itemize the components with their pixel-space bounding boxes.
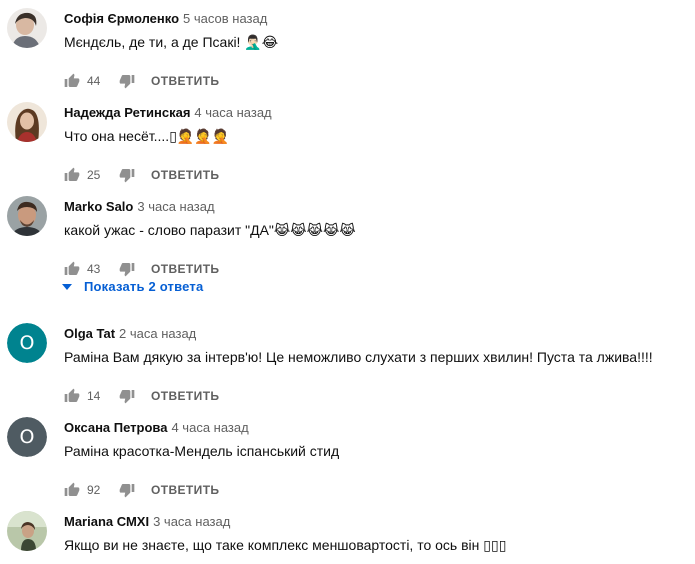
comment-actions: 14 ОТВЕТИТЬ bbox=[62, 385, 219, 407]
thumb-up-icon bbox=[64, 73, 80, 87]
author-name[interactable]: Софія Єрмоленко bbox=[64, 11, 179, 26]
avatar[interactable] bbox=[7, 196, 47, 236]
timestamp[interactable]: 5 часов назад bbox=[183, 11, 267, 26]
reply-button[interactable]: ОТВЕТИТЬ bbox=[151, 389, 219, 403]
avatar-photo bbox=[7, 102, 47, 142]
dislike-button[interactable] bbox=[117, 259, 137, 279]
comment-header: Надежда Ретинская 4 часа назад bbox=[64, 105, 272, 121]
comment-text-content: какой ужас - слово паразит "ДА" bbox=[64, 222, 274, 238]
comment-text: какой ужас - слово паразит "ДА"😹😹😹😹😹 bbox=[64, 220, 356, 241]
like-count: 44 bbox=[87, 74, 101, 88]
comment-text: Что она несёт....▯🤦🤦🤦 bbox=[64, 126, 229, 147]
like-button[interactable] bbox=[62, 386, 82, 406]
comment-header: Marko Salo 3 часа назад bbox=[64, 199, 215, 215]
comment-text-content: Раміна Вам дякую за інтерв'ю! Це неможли… bbox=[64, 349, 653, 365]
avatar-letter: О bbox=[7, 417, 47, 457]
avatar-letter: O bbox=[7, 323, 47, 363]
comment-actions: 43 ОТВЕТИТЬ bbox=[62, 258, 219, 280]
comment-actions: 25 ОТВЕТИТЬ bbox=[62, 164, 219, 186]
timestamp[interactable]: 3 часа назад bbox=[153, 514, 230, 529]
timestamp[interactable]: 2 часа назад bbox=[119, 326, 196, 341]
thumb-down-icon bbox=[119, 75, 135, 89]
like-count: 25 bbox=[87, 168, 101, 182]
like-count: 92 bbox=[87, 483, 101, 497]
emoji-content: ▯▯▯ bbox=[483, 538, 507, 554]
comment-actions: 92 ОТВЕТИТЬ bbox=[62, 479, 219, 501]
timestamp[interactable]: 4 часа назад bbox=[171, 420, 248, 435]
thumb-down-icon bbox=[119, 484, 135, 498]
like-button[interactable] bbox=[62, 259, 82, 279]
comment-text: Раміна Вам дякую за інтерв'ю! Це неможли… bbox=[64, 347, 653, 367]
like-count: 43 bbox=[87, 262, 101, 276]
thumb-down-icon bbox=[119, 390, 135, 404]
comment-text: Мєндєль, де ти, а де Псакі! 🤦🏻‍♂️😂 bbox=[64, 32, 278, 53]
avatar-photo bbox=[7, 511, 47, 551]
avatar[interactable]: О bbox=[7, 417, 47, 457]
show-replies-label: Показать 2 ответа bbox=[84, 279, 204, 294]
comment-header: Olga Tat 2 часа назад bbox=[64, 326, 196, 342]
like-count: 14 bbox=[87, 389, 101, 403]
emoji-content: 😹😹😹😹😹 bbox=[273, 223, 356, 239]
thumb-up-icon bbox=[64, 388, 80, 402]
timestamp[interactable]: 4 часа назад bbox=[194, 105, 271, 120]
thumb-down-icon bbox=[119, 263, 135, 277]
reply-button[interactable]: ОТВЕТИТЬ bbox=[151, 262, 219, 276]
avatar[interactable]: O bbox=[7, 323, 47, 363]
author-name[interactable]: Оксана Петрова bbox=[64, 420, 167, 435]
show-replies-button[interactable]: Показать 2 ответа bbox=[62, 279, 203, 294]
comment-text: Раміна красотка-Мендель іспанський стид bbox=[64, 441, 339, 461]
comment-header: Mariana СМХІ 3 часа назад bbox=[64, 514, 230, 530]
reply-button[interactable]: ОТВЕТИТЬ bbox=[151, 74, 219, 88]
like-button[interactable] bbox=[62, 165, 82, 185]
thumb-down-icon bbox=[119, 169, 135, 183]
author-name[interactable]: Marko Salo bbox=[64, 199, 133, 214]
avatar[interactable] bbox=[7, 8, 47, 48]
avatar-photo bbox=[7, 8, 47, 48]
reply-button[interactable]: ОТВЕТИТЬ bbox=[151, 168, 219, 182]
dislike-button[interactable] bbox=[117, 480, 137, 500]
comments-section: Софія Єрмоленко 5 часов назад Мєндєль, де… bbox=[0, 0, 695, 564]
caret-down-icon bbox=[62, 283, 72, 290]
comment-text-content: Якщо ви не знаєте, що таке комплекс менш… bbox=[64, 537, 480, 553]
comment-text: Якщо ви не знаєте, що таке комплекс менш… bbox=[64, 535, 506, 556]
comment-text-content: Что она несёт.... bbox=[64, 128, 170, 144]
thumb-up-icon bbox=[64, 261, 80, 275]
dislike-button[interactable] bbox=[117, 71, 137, 91]
author-name[interactable]: Mariana СМХІ bbox=[64, 514, 149, 529]
emoji-content: ▯🤦🤦🤦 bbox=[169, 129, 230, 145]
emoji-content: 🤦🏻‍♂️😂 bbox=[244, 35, 279, 51]
comment-header: Оксана Петрова 4 часа назад bbox=[64, 420, 249, 436]
thumb-up-icon bbox=[64, 167, 80, 181]
reply-button[interactable]: ОТВЕТИТЬ bbox=[151, 483, 219, 497]
like-button[interactable] bbox=[62, 71, 82, 91]
avatar-photo bbox=[7, 196, 47, 236]
comment-text-content: Раміна красотка-Мендель іспанський стид bbox=[64, 443, 340, 459]
author-name[interactable]: Надежда Ретинская bbox=[64, 105, 190, 120]
avatar[interactable] bbox=[7, 511, 47, 551]
dislike-button[interactable] bbox=[117, 386, 137, 406]
comment-text-content: Мєндєль, де ти, а де Псакі! bbox=[64, 34, 241, 50]
timestamp[interactable]: 3 часа назад bbox=[137, 199, 214, 214]
avatar[interactable] bbox=[7, 102, 47, 142]
author-name[interactable]: Olga Tat bbox=[64, 326, 115, 341]
comment-header: Софія Єрмоленко 5 часов назад bbox=[64, 11, 267, 27]
dislike-button[interactable] bbox=[117, 165, 137, 185]
comment-actions: 44 ОТВЕТИТЬ bbox=[62, 70, 219, 92]
like-button[interactable] bbox=[62, 480, 82, 500]
thumb-up-icon bbox=[64, 482, 80, 496]
